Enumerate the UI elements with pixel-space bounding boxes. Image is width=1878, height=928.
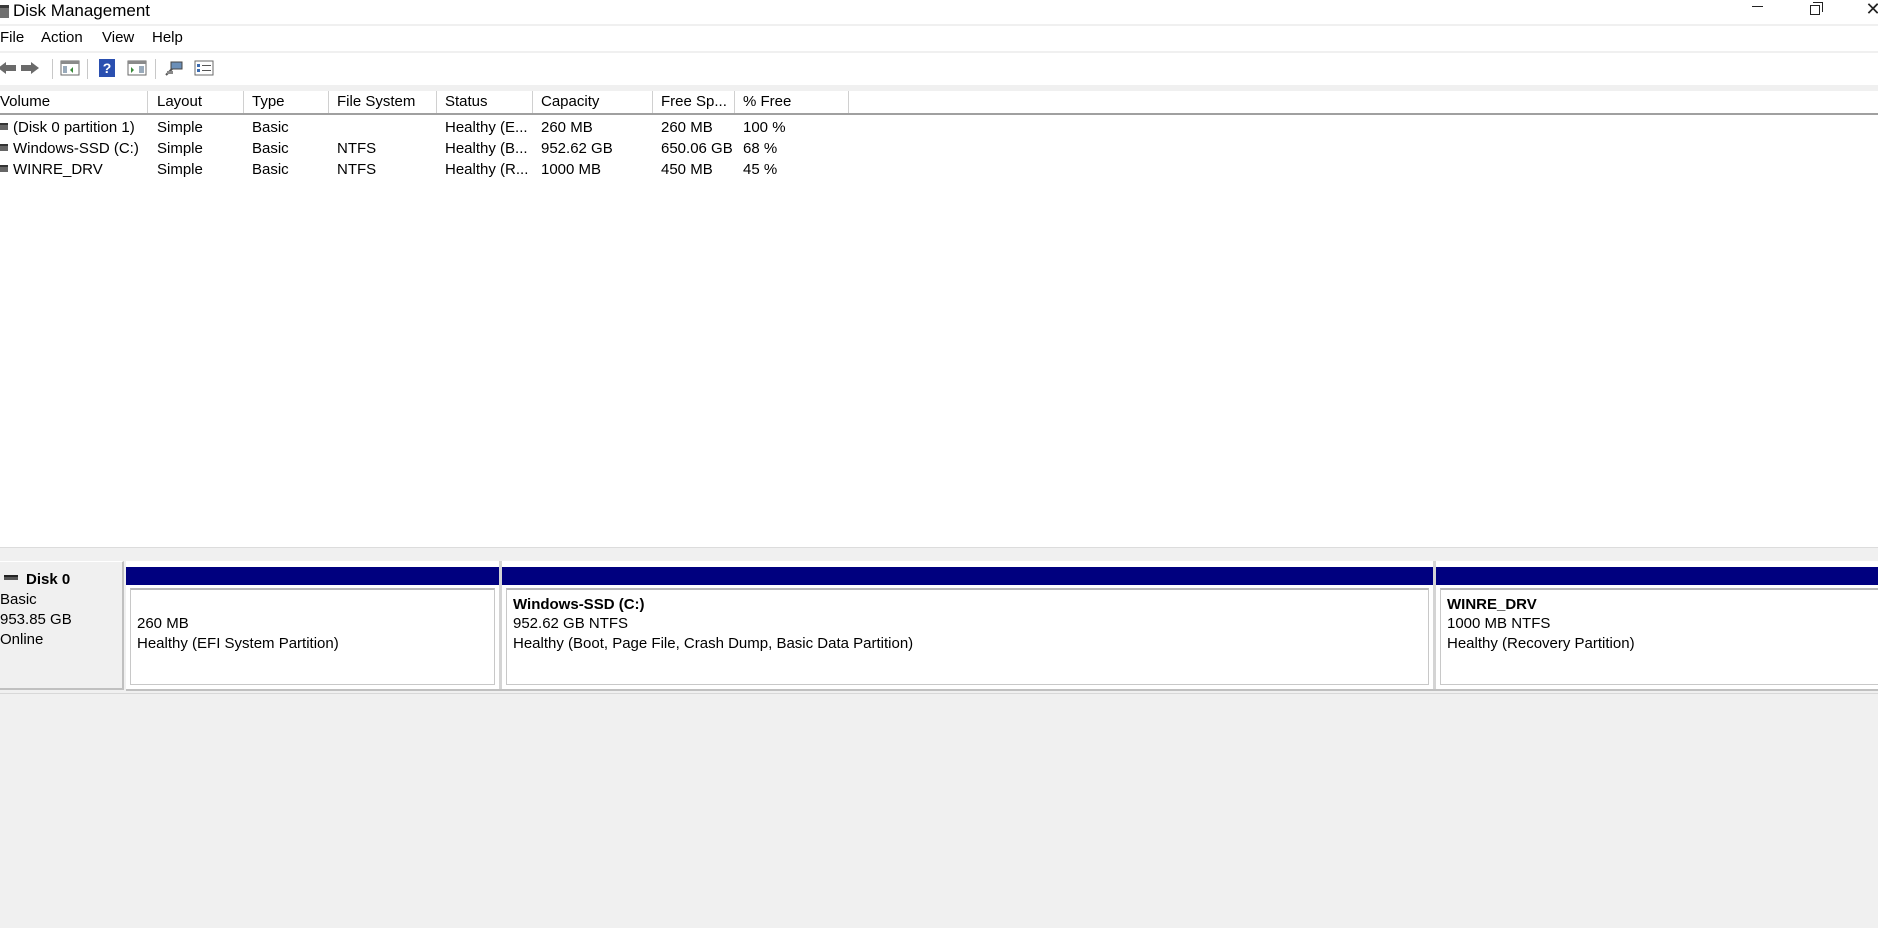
disk-row[interactable]: Disk 0 Basic 953.85 GB Online 260 MB Hea… (0, 561, 1878, 691)
cell-free-space: 450 MB (661, 161, 713, 178)
partition-size: 1000 MB NTFS (1447, 615, 1551, 632)
partition-windows-ssd[interactable]: Windows-SSD (C:) 952.62 GB NTFS Healthy … (502, 561, 1433, 689)
disk-state: Online (0, 631, 44, 648)
column-header-type[interactable]: Type (244, 91, 329, 113)
window-title: Disk Management (13, 1, 151, 20)
minimize-button[interactable] (1734, 0, 1780, 24)
partition-map: 260 MB Healthy (EFI System Partition) Wi… (126, 561, 1878, 691)
toolbar-separator (52, 59, 53, 79)
partition-bar (126, 567, 499, 585)
cell-file-system: NTFS (337, 161, 377, 178)
partition-status: Healthy (EFI System Partition) (137, 635, 339, 652)
disk-icon (4, 575, 18, 580)
cell-file-system: NTFS (337, 140, 377, 157)
help-button[interactable]: ? (94, 56, 120, 80)
connect-button[interactable] (161, 56, 187, 80)
column-header-file-system[interactable]: File System (329, 91, 437, 113)
column-header-capacity[interactable]: Capacity (533, 91, 653, 113)
connect-icon (165, 61, 183, 76)
cell-status: Healthy (B... (445, 140, 528, 157)
cell-layout: Simple (157, 140, 203, 157)
close-button[interactable]: ✕ (1850, 0, 1878, 24)
cell-type: Basic (252, 119, 289, 136)
cell-layout: Simple (157, 161, 203, 178)
cell-capacity: 1000 MB (541, 161, 602, 178)
back-arrow-icon (0, 62, 16, 74)
toolbar-separator (87, 59, 88, 79)
column-header-percent-free[interactable]: % Free (735, 91, 849, 113)
partition-size: 260 MB (137, 615, 189, 632)
volume-list[interactable]: Volume Layout Type File System Status Ca… (0, 91, 1878, 547)
column-header-volume[interactable]: Volume (0, 91, 148, 113)
show-hide-console-tree-button[interactable] (57, 56, 83, 80)
table-row[interactable]: (Disk 0 partition 1) Simple Basic Health… (0, 117, 1878, 138)
column-header-status[interactable]: Status (437, 91, 533, 113)
partition-name: WINRE_DRV (1447, 596, 1537, 613)
cell-volume: Windows-SSD (C:) (13, 140, 139, 157)
disk-management-app-icon (0, 5, 9, 18)
disk-map-pane: Disk 0 Basic 953.85 GB Online 260 MB Hea… (0, 553, 1878, 928)
cell-type: Basic (252, 140, 289, 157)
cell-percent-free: 68 % (743, 140, 778, 157)
partition-body: WINRE_DRV 1000 MB NTFS Healthy (Recovery… (1440, 588, 1878, 685)
cell-capacity: 260 MB (541, 119, 593, 136)
cell-status: Healthy (R... (445, 161, 529, 178)
partition-bar (1436, 567, 1878, 585)
cell-volume: WINRE_DRV (13, 161, 103, 178)
cell-status: Healthy (E... (445, 119, 528, 136)
cell-volume: (Disk 0 partition 1) (13, 119, 135, 136)
partition-status: Healthy (Recovery Partition) (1447, 635, 1635, 652)
partition-name: Windows-SSD (C:) (513, 596, 645, 613)
minimize-icon (1751, 6, 1763, 8)
help-icon: ? (99, 59, 115, 77)
table-row[interactable]: Windows-SSD (C:) Simple Basic NTFS Healt… (0, 138, 1878, 159)
show-hide-console-tree-icon (60, 60, 80, 76)
cell-file-system (329, 117, 437, 138)
column-header-free-space[interactable]: Free Sp... (653, 91, 735, 113)
cell-layout: Simple (157, 119, 203, 136)
cell-free-space: 650.06 GB (661, 140, 733, 157)
menu-bar: File Action View Help (0, 26, 1878, 51)
restore-icon (1810, 2, 1823, 15)
disk-size: 953.85 GB (0, 611, 72, 628)
title-bar: Disk Management ✕ (0, 0, 1878, 24)
cell-type: Basic (252, 161, 289, 178)
cell-percent-free: 100 % (743, 119, 786, 136)
partition-size: 952.62 GB NTFS (513, 615, 629, 632)
show-hide-action-pane-button[interactable] (124, 56, 150, 80)
forward-button[interactable] (17, 56, 43, 80)
cell-free-space: 260 MB (661, 119, 713, 136)
svg-text:?: ? (103, 60, 112, 76)
toolbar: ? (0, 53, 1878, 85)
partition-winre-drv[interactable]: WINRE_DRV 1000 MB NTFS Healthy (Recovery… (1436, 561, 1878, 689)
properties-pane-icon (127, 60, 147, 76)
menu-view[interactable]: View (102, 29, 134, 47)
volume-list-header: Volume Layout Type File System Status Ca… (0, 91, 1878, 115)
disk-name: Disk 0 (26, 571, 71, 588)
forward-arrow-icon (21, 62, 39, 74)
cell-percent-free: 45 % (743, 161, 778, 178)
disk-info-panel[interactable]: Disk 0 Basic 953.85 GB Online (0, 561, 124, 690)
menu-action[interactable]: Action (41, 29, 83, 47)
close-icon: ✕ (1865, 0, 1878, 19)
menu-file[interactable]: File (0, 29, 24, 47)
partition-body: 260 MB Healthy (EFI System Partition) (130, 588, 495, 685)
menu-help[interactable]: Help (152, 29, 183, 47)
partition-status: Healthy (Boot, Page File, Crash Dump, Ba… (513, 635, 914, 652)
table-row[interactable]: WINRE_DRV Simple Basic NTFS Healthy (R..… (0, 159, 1878, 180)
restore-button[interactable] (1792, 0, 1838, 24)
settings-list-button[interactable] (191, 56, 217, 80)
settings-list-icon (194, 60, 214, 76)
disk-type: Basic (0, 591, 37, 608)
divider (0, 693, 1878, 694)
partition-bar (502, 567, 1433, 585)
toolbar-separator (155, 59, 156, 79)
cell-capacity: 952.62 GB (541, 140, 613, 157)
partition-body: Windows-SSD (C:) 952.62 GB NTFS Healthy … (506, 588, 1429, 685)
partition-efi[interactable]: 260 MB Healthy (EFI System Partition) (126, 561, 499, 689)
column-header-layout[interactable]: Layout (149, 91, 244, 113)
